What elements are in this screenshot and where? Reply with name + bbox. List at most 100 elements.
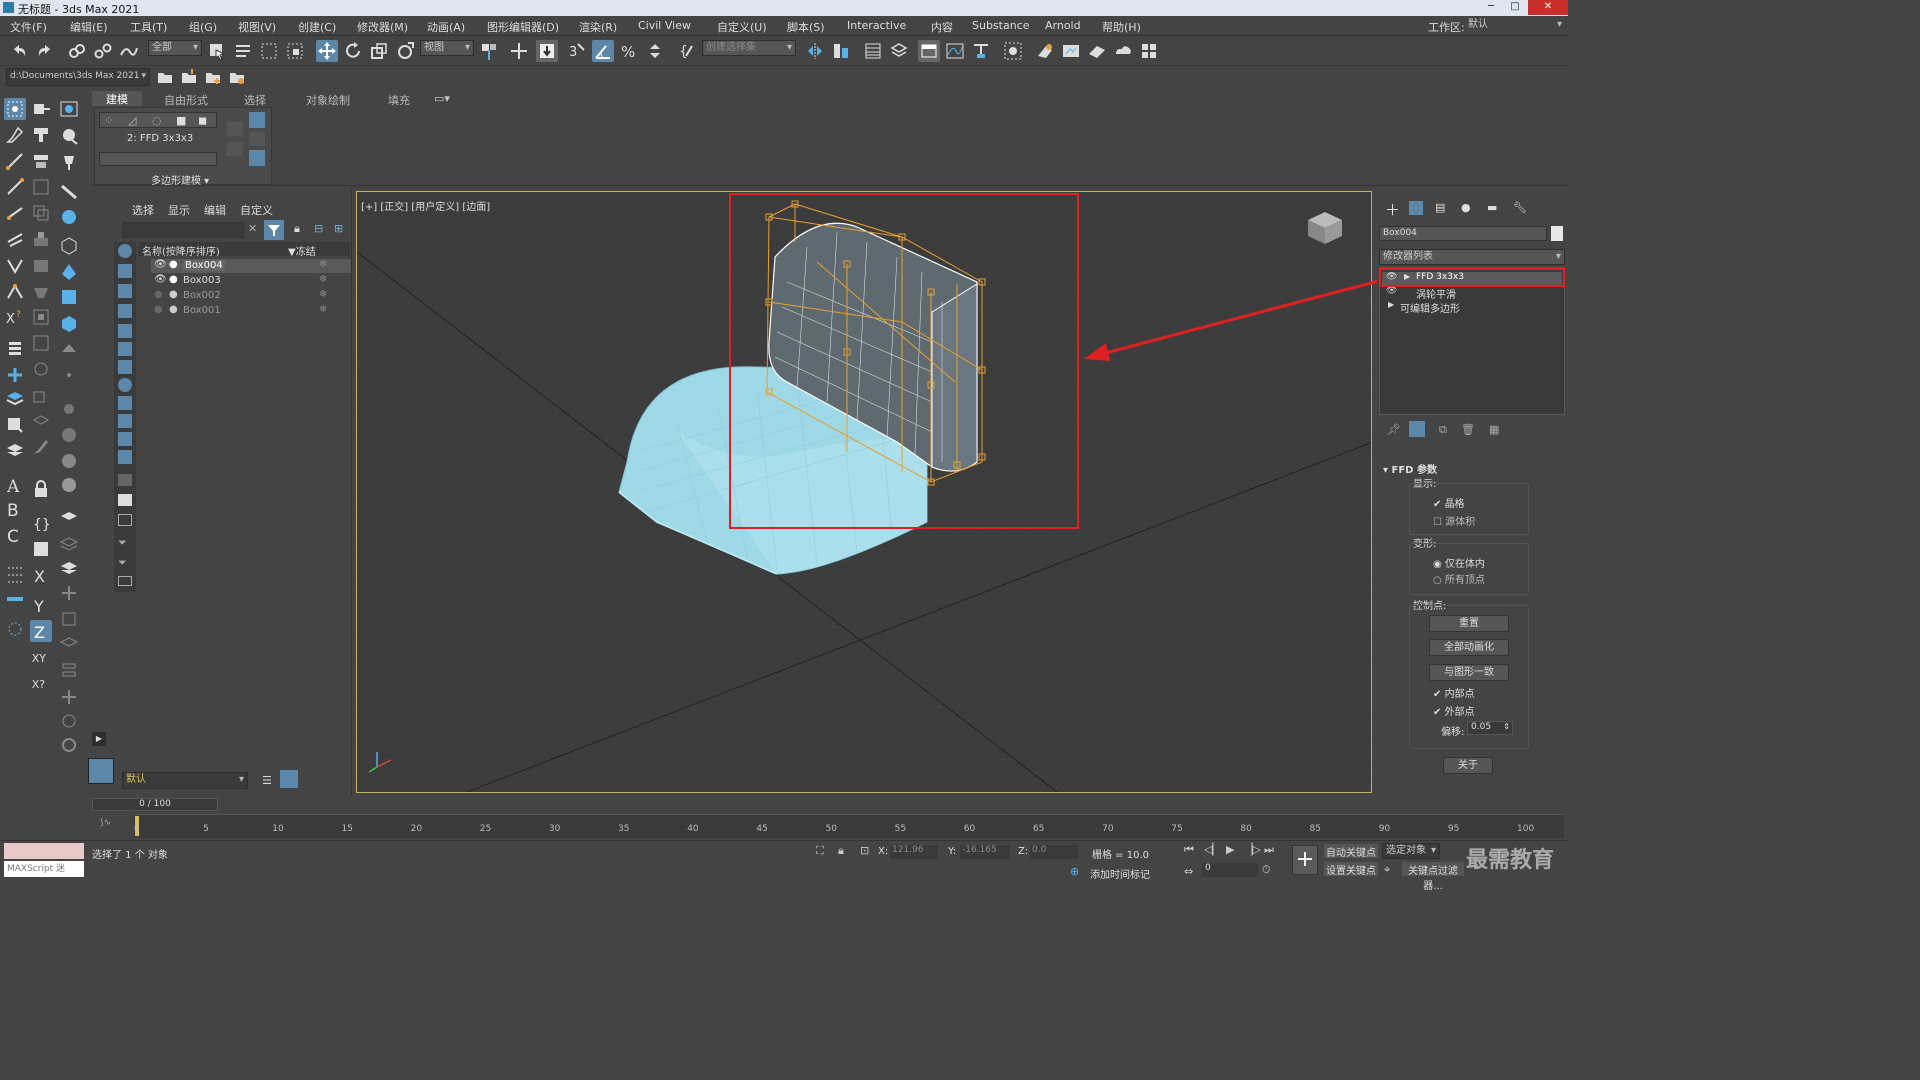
sphere-icon-3[interactable]: [58, 450, 80, 472]
play-icon[interactable]: ▶: [1226, 843, 1234, 856]
relax-icon[interactable]: [58, 260, 80, 282]
lasso-select-icon[interactable]: [58, 98, 80, 120]
menu-file[interactable]: 文件(F): [10, 19, 47, 35]
shape-icon[interactable]: [30, 176, 52, 198]
scene-search-input[interactable]: [122, 222, 244, 238]
filter-icon[interactable]: [264, 220, 284, 240]
project-folder-icon[interactable]: [154, 66, 176, 88]
bars-icon[interactable]: [58, 660, 80, 682]
tab-object-paint[interactable]: 对象绘制: [306, 92, 350, 108]
scale-icon[interactable]: [368, 40, 390, 62]
xy-plane-icon[interactable]: XY: [30, 646, 56, 668]
y-axis-icon[interactable]: Y: [30, 594, 52, 616]
sphere-brush-icon[interactable]: [58, 124, 80, 146]
tab-freeform[interactable]: 自由形式: [164, 92, 208, 108]
auto-key-button[interactable]: 自动关键点: [1324, 844, 1378, 859]
maxscript-listener[interactable]: [4, 843, 84, 859]
plus-icon[interactable]: [58, 686, 80, 708]
scene-row-box003[interactable]: 👁︎ ● Box003 ❄: [151, 274, 351, 288]
current-frame-field[interactable]: 0: [1202, 863, 1258, 877]
scene-row-box004[interactable]: 👁︎ ● Box004 ❄: [151, 259, 351, 273]
pen-tool-icon[interactable]: [4, 124, 26, 146]
selection-lock-icon[interactable]: 🔒︎: [838, 844, 844, 858]
absolute-mode-icon[interactable]: ⊡: [860, 844, 869, 857]
bracket-icon[interactable]: {}: [30, 512, 52, 534]
pivot-center-icon[interactable]: [478, 40, 500, 62]
layer-dropdown[interactable]: 默认: [122, 772, 248, 789]
element-mode-icon[interactable]: ◼: [198, 114, 207, 127]
menu-civil-view[interactable]: Civil View: [638, 19, 691, 32]
cut-tool-icon[interactable]: [4, 202, 26, 224]
menu-edit[interactable]: 编辑(E): [70, 19, 108, 35]
ribbon-side-tool-1[interactable]: [227, 122, 243, 136]
vertex-weld-icon[interactable]: [4, 176, 26, 198]
menu-rendering[interactable]: 渲染(R): [579, 19, 617, 35]
filter-bones-icon[interactable]: [118, 396, 132, 410]
x-coordinate-field[interactable]: 121.96: [890, 845, 938, 859]
circle-select-icon[interactable]: [4, 618, 26, 640]
workspace-select[interactable]: 默认: [1465, 18, 1565, 34]
key-mode-icon[interactable]: ⇔: [1184, 865, 1193, 878]
menu-arnold[interactable]: Arnold: [1045, 19, 1081, 32]
modifier-list-dropdown[interactable]: 修改器列表: [1379, 249, 1565, 265]
project-new-icon[interactable]: [202, 66, 224, 88]
slice-plane-icon[interactable]: [4, 228, 26, 250]
angle-snap-icon[interactable]: [592, 40, 614, 62]
modify-tab-icon[interactable]: [1409, 201, 1423, 215]
menu-create[interactable]: 创建(C): [298, 19, 336, 35]
x-axis-icon[interactable]: X: [30, 564, 52, 586]
render-in-cloud-icon[interactable]: [1112, 40, 1134, 62]
grid-dots-icon[interactable]: [4, 564, 26, 586]
show-end-result-icon[interactable]: [1409, 421, 1425, 437]
visibility-eye-icon[interactable]: 👁︎: [154, 274, 167, 285]
ribbon-stack-2-icon[interactable]: [58, 534, 80, 556]
ribbon-stack-icon[interactable]: [58, 508, 80, 530]
link-icon[interactable]: [66, 40, 88, 62]
mirror-icon[interactable]: [804, 40, 826, 62]
extrude-icon[interactable]: [30, 228, 52, 250]
xform-icon[interactable]: X?: [4, 306, 26, 328]
box-select-icon[interactable]: [4, 414, 26, 436]
about-button[interactable]: 关于: [1443, 757, 1493, 774]
menu-scripting[interactable]: 脚本(S): [787, 19, 825, 35]
previous-frame-icon[interactable]: ◁▏: [1204, 843, 1221, 856]
filter-groups-icon[interactable]: [118, 360, 132, 374]
filter-cameras-icon[interactable]: [118, 304, 132, 318]
scene-filter-2-icon[interactable]: ⏷: [118, 556, 127, 570]
bind-space-warp-icon[interactable]: [118, 40, 140, 62]
named-selection-set-dropdown[interactable]: 创建选择集: [702, 40, 796, 56]
polygon-modeling-label[interactable]: 多边形建模 ▾: [151, 172, 209, 187]
key-filter-icon[interactable]: ⌖: [1384, 863, 1390, 877]
render-setup-icon[interactable]: [1034, 40, 1056, 62]
measure-tool-icon[interactable]: [58, 180, 80, 202]
freeze-icon[interactable]: ❄: [319, 259, 327, 270]
scene-funnel-icon[interactable]: ⏷: [118, 536, 127, 550]
sphere-outline-icon[interactable]: [58, 710, 80, 732]
cube-view-icon[interactable]: [58, 234, 80, 256]
keyboard-shortcut-override-icon[interactable]: [536, 40, 558, 62]
menu-view[interactable]: 视图(V): [238, 19, 276, 35]
project-path-dropdown[interactable]: d:\Documents\3ds Max 2021: [6, 68, 150, 86]
object-select-icon[interactable]: [30, 538, 52, 560]
reset-button[interactable]: 重置: [1429, 615, 1509, 632]
project-open-icon[interactable]: [178, 66, 200, 88]
add-time-tag[interactable]: 添加时间标记: [1090, 866, 1150, 881]
ribbon-side-tool-2[interactable]: [227, 142, 243, 156]
filter-geometry-icon[interactable]: [118, 244, 132, 258]
maximize-button[interactable]: □: [1504, 0, 1526, 15]
align-icon[interactable]: [830, 40, 852, 62]
filter-spacewarps-icon[interactable]: [118, 342, 132, 356]
filter-shapes-icon[interactable]: [118, 264, 132, 278]
ribbon-side-tool-5[interactable]: [249, 150, 265, 166]
spinner-snap-icon[interactable]: [644, 40, 666, 62]
go-to-start-icon[interactable]: ⏮: [1184, 843, 1194, 857]
layer-color-swatch[interactable]: [88, 758, 114, 784]
time-slider[interactable]: 0 / 100: [92, 798, 218, 811]
utilities-tab-icon[interactable]: 🔧︎: [1513, 201, 1527, 214]
offset-spinner[interactable]: 0.05 ⇕: [1467, 721, 1513, 735]
percent-snap-icon[interactable]: %: [618, 40, 640, 62]
y-coordinate-field[interactable]: -16.165: [960, 845, 1010, 859]
scene-tab-customize[interactable]: 自定义: [240, 202, 273, 218]
loop-icon[interactable]: [30, 358, 52, 380]
filter-containers-icon[interactable]: [118, 414, 132, 428]
